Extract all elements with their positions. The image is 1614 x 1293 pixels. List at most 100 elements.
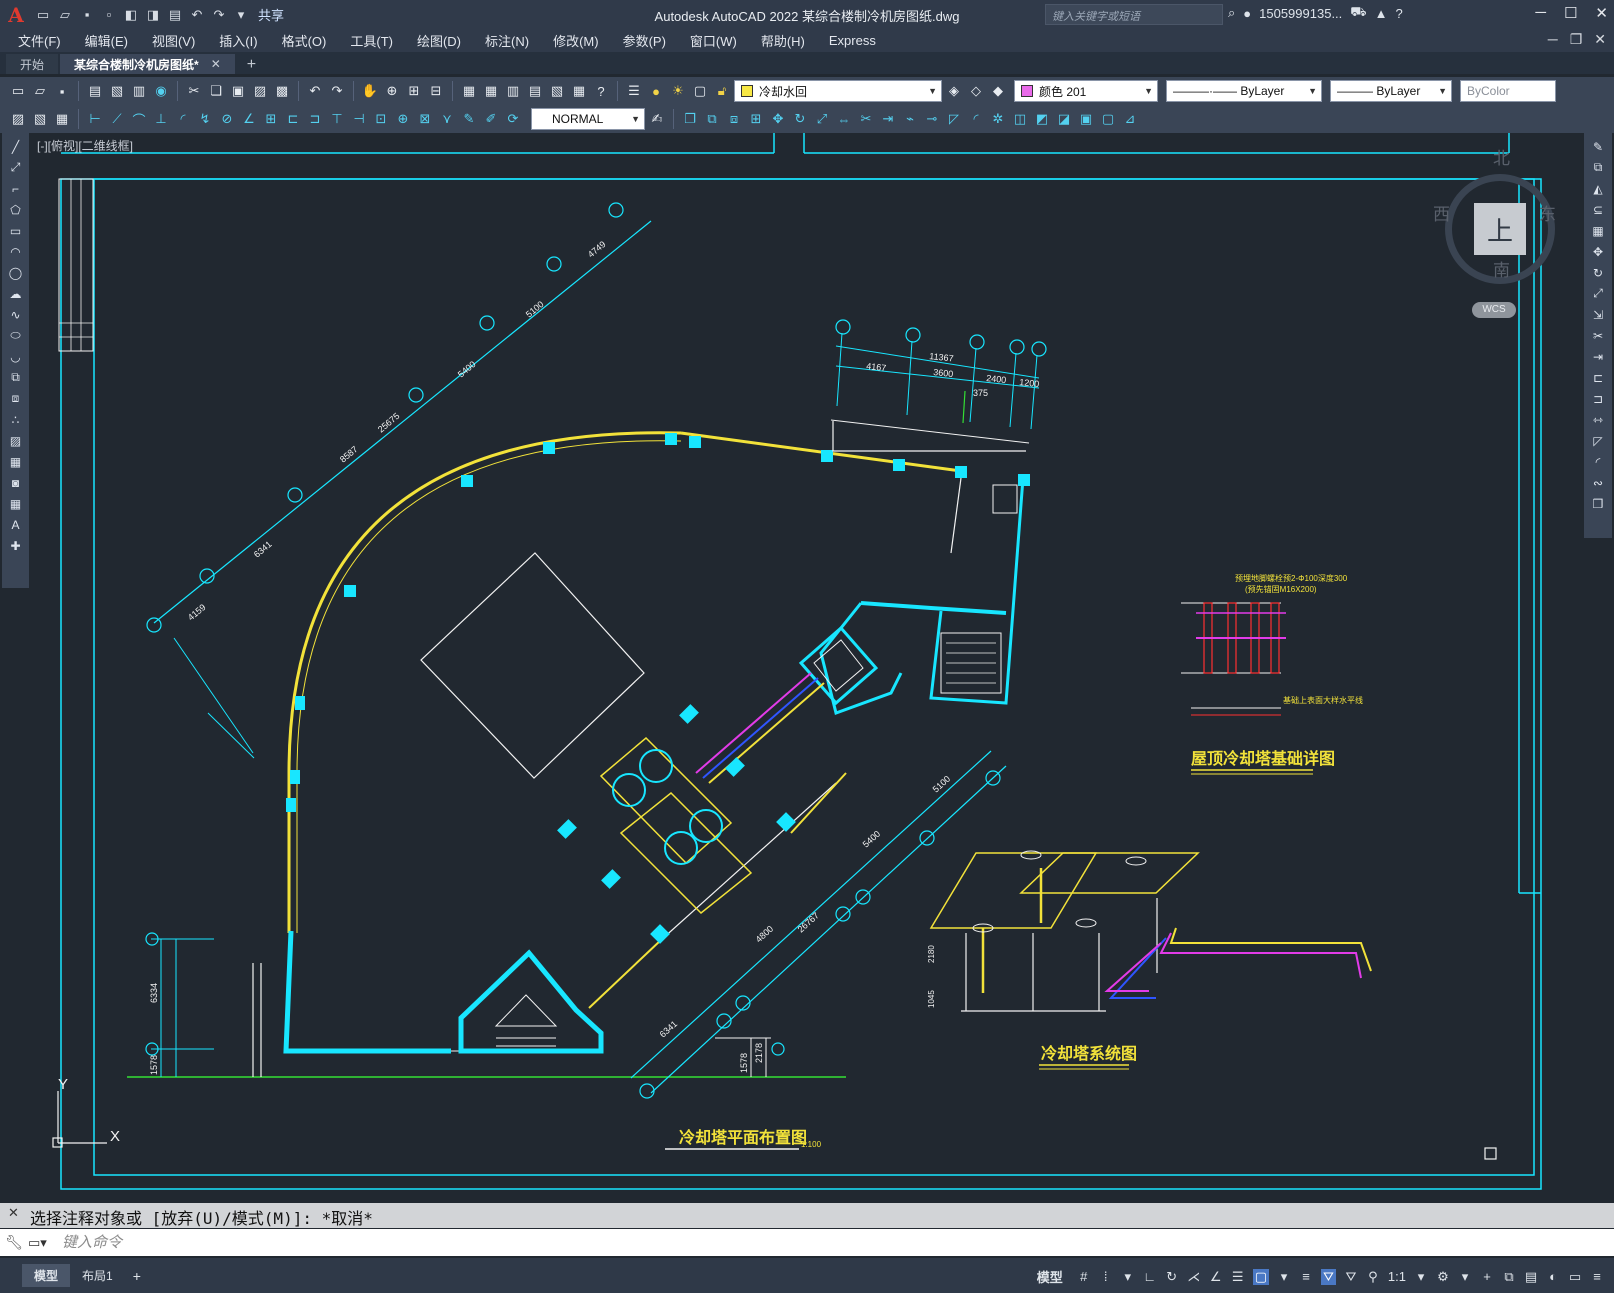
open-icon[interactable]: ▱: [30, 81, 50, 101]
plot-icon[interactable]: ▤: [85, 81, 105, 101]
circle-icon[interactable]: ◯: [6, 263, 26, 282]
tab-layout1[interactable]: 布局1: [70, 1264, 125, 1287]
properties-icon[interactable]: ▦: [459, 81, 479, 101]
menu-view[interactable]: 视图(V): [152, 31, 195, 50]
dimension-update-icon[interactable]: ⟳: [503, 109, 523, 129]
trim-icon[interactable]: ✂: [856, 109, 876, 129]
cut-icon[interactable]: ✂: [184, 81, 204, 101]
viewcube-top-face[interactable]: 上: [1474, 203, 1526, 255]
customization-icon[interactable]: ≡: [1590, 1269, 1604, 1284]
save-icon[interactable]: ▪: [52, 81, 72, 101]
break-at-point-icon[interactable]: ⊏: [1588, 368, 1608, 387]
drawing-area[interactable]: 4159 6341 8587 25675 5400 5100 4749 6334…: [31, 133, 1583, 1201]
array-icon[interactable]: ▦: [1588, 221, 1608, 240]
compass-west[interactable]: 西: [1433, 200, 1450, 225]
zoom-previous-icon[interactable]: ⊟: [426, 81, 446, 101]
help-icon[interactable]: ?: [1396, 6, 1403, 21]
lineweight-icon[interactable]: ☰: [1231, 1269, 1245, 1285]
erase-icon[interactable]: ✎: [1588, 137, 1608, 156]
chevron-down-icon[interactable]: ▾: [1121, 1269, 1135, 1285]
help-icon[interactable]: ?: [591, 81, 611, 101]
clean-screen-icon[interactable]: ▭: [1568, 1269, 1582, 1285]
grid-icon[interactable]: #: [1077, 1269, 1091, 1284]
annotation-scale-icon[interactable]: ⚲: [1366, 1269, 1380, 1285]
rectangle-icon[interactable]: ▭: [6, 221, 26, 240]
dimension-edit-icon[interactable]: ✎: [459, 109, 479, 129]
copy-icon[interactable]: ❏: [206, 81, 226, 101]
break-icon[interactable]: ⊐: [1588, 389, 1608, 408]
cart-icon[interactable]: ⛟: [1350, 4, 1366, 22]
layer-iso-icon[interactable]: ▧: [30, 109, 50, 129]
object-snap-icon[interactable]: ▢: [1252, 1268, 1269, 1285]
gear-icon[interactable]: ⚙: [1436, 1269, 1450, 1285]
angular-icon[interactable]: ∠: [239, 109, 259, 129]
trim-icon[interactable]: ✂: [1588, 326, 1608, 345]
move-icon[interactable]: ✥: [768, 109, 788, 129]
annotation-monitor-icon[interactable]: +: [1480, 1269, 1494, 1284]
layer-lock-icon[interactable]: 🔓︎: [712, 81, 732, 101]
arc-icon[interactable]: ◠: [6, 242, 26, 261]
plot-icon[interactable]: ▤: [164, 4, 186, 26]
qnew-icon[interactable]: ▭: [8, 81, 28, 101]
add-selected-icon[interactable]: ✚: [6, 536, 26, 555]
polyline-icon[interactable]: ⌐: [6, 179, 26, 198]
make-layer-current-icon[interactable]: ◈: [944, 81, 964, 101]
ortho-icon[interactable]: ∟: [1143, 1269, 1157, 1284]
close-tab-icon[interactable]: ✕: [211, 57, 221, 71]
tolerance-icon[interactable]: ⊡: [371, 109, 391, 129]
open-file-icon[interactable]: ▱: [54, 4, 76, 26]
quick-dimension-icon[interactable]: ⊞: [261, 109, 281, 129]
linear-dimension-icon[interactable]: ⊢: [85, 109, 105, 129]
break-icon[interactable]: ⌁: [900, 109, 920, 129]
layer-thaw-icon[interactable]: ☀: [668, 81, 688, 101]
viewport-controls-label[interactable]: [-][俯视][二维线框]: [37, 137, 133, 154]
measure-icon[interactable]: ⊿: [1120, 109, 1140, 129]
inspection-icon[interactable]: ⊠: [415, 109, 435, 129]
stretch-icon[interactable]: ⇔: [834, 109, 854, 129]
linetype-dropdown[interactable]: ———·—— ByLayer ▼: [1166, 80, 1322, 102]
join-icon[interactable]: ⇿: [1588, 410, 1608, 429]
menu-dimension[interactable]: 标注(N): [485, 31, 529, 50]
menu-edit[interactable]: 编辑(E): [85, 31, 128, 50]
jogged-icon[interactable]: ↯: [195, 109, 215, 129]
tab-model[interactable]: 模型: [22, 1264, 71, 1287]
polygon-icon[interactable]: ⬠: [6, 200, 26, 219]
save-as-icon[interactable]: ▫: [98, 4, 120, 26]
undo-icon[interactable]: ↶: [305, 81, 325, 101]
offset-icon[interactable]: ⊆: [1588, 200, 1608, 219]
ellipse-arc-icon[interactable]: ◡: [6, 347, 26, 366]
isodraft-icon[interactable]: ⋌: [1187, 1269, 1201, 1285]
doc-minimize-button[interactable]: ─: [1548, 31, 1558, 48]
menu-format[interactable]: 格式(O): [282, 31, 327, 50]
dimbreak-icon[interactable]: ⊣: [349, 109, 369, 129]
close-command-line-icon[interactable]: ✕: [8, 1205, 19, 1221]
quickcalc-icon[interactable]: ▦: [569, 81, 589, 101]
save-icon[interactable]: ▪: [76, 4, 98, 26]
layer-viewport-icon[interactable]: ▢: [690, 81, 710, 101]
lineweight-toggle-icon[interactable]: ≡: [1299, 1269, 1313, 1284]
snap-icon[interactable]: ⁞: [1099, 1269, 1113, 1284]
auto-scale-icon[interactable]: ⛛: [1344, 1269, 1358, 1285]
menu-window[interactable]: 窗口(W): [690, 31, 737, 50]
explode-icon[interactable]: ❒: [1588, 494, 1608, 513]
hatch-icon[interactable]: ▨: [6, 431, 26, 450]
menu-express[interactable]: Express: [829, 33, 876, 48]
command-input[interactable]: [62, 1234, 1462, 1251]
compass-east[interactable]: 东: [1539, 200, 1556, 225]
user-icon[interactable]: ●: [1243, 6, 1251, 21]
zoom-realtime-icon[interactable]: ⊕: [382, 81, 402, 101]
compass-north[interactable]: 北: [1493, 144, 1510, 169]
autodesk-app-icon[interactable]: ▲: [1375, 6, 1388, 21]
search-input[interactable]: 键入关键字或短语: [1045, 4, 1223, 25]
insert-block-icon[interactable]: ⧉: [6, 368, 26, 387]
dimstyle-manager-icon[interactable]: ✍: [647, 109, 667, 129]
units-icon[interactable]: ⧉: [1502, 1269, 1516, 1285]
paste-icon[interactable]: ▣: [228, 81, 248, 101]
rotate-icon[interactable]: ↻: [790, 109, 810, 129]
chamfer-icon[interactable]: ◸: [1588, 431, 1608, 450]
point-icon[interactable]: ∴: [6, 410, 26, 429]
wcs-menu[interactable]: WCS: [1472, 302, 1516, 318]
chamfer-icon[interactable]: ◸: [944, 109, 964, 129]
make-block-icon[interactable]: ⧈: [6, 389, 26, 408]
viewcube[interactable]: 上 北 南 东 西: [1433, 144, 1556, 284]
